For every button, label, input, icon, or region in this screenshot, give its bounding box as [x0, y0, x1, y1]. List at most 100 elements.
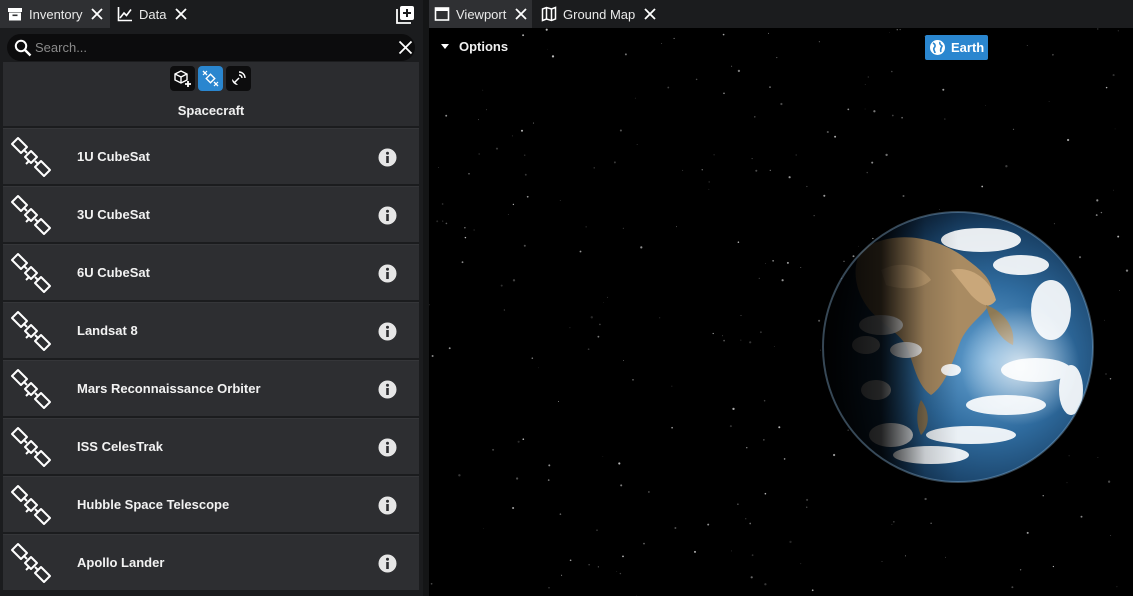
tab-ground-map[interactable]: Ground Map	[534, 0, 659, 28]
star	[445, 114, 448, 117]
close-icon[interactable]	[174, 7, 188, 21]
star	[745, 518, 747, 520]
star	[619, 129, 622, 132]
satellite-icon	[11, 427, 51, 467]
tab-viewport[interactable]: Viewport	[429, 0, 532, 28]
star	[461, 261, 464, 264]
star	[754, 116, 756, 118]
asset-name: 6U CubeSat	[77, 265, 150, 280]
star	[503, 309, 506, 311]
star	[436, 220, 439, 223]
archive-box-icon	[8, 8, 22, 21]
info-icon[interactable]	[378, 554, 397, 573]
info-icon[interactable]	[378, 322, 397, 341]
star	[811, 589, 814, 592]
star	[512, 506, 515, 510]
star	[538, 367, 539, 369]
asset-row[interactable]: 6U CubeSat	[3, 244, 419, 300]
star	[722, 33, 725, 36]
filter-models-button[interactable]	[170, 66, 195, 91]
star	[1052, 565, 1055, 568]
tab-data[interactable]: Data	[110, 0, 190, 28]
star	[468, 173, 470, 175]
star	[597, 335, 600, 338]
asset-row[interactable]: ISS CelesTrak	[3, 418, 419, 474]
earth-globe[interactable]	[821, 210, 1095, 484]
star	[891, 114, 894, 117]
star	[579, 250, 582, 253]
star	[740, 339, 742, 341]
star	[482, 528, 484, 529]
left-tab-bar: Inventory Data	[0, 0, 423, 28]
3d-viewport[interactable]: Options Earth	[429, 28, 1133, 596]
star	[464, 227, 466, 229]
star	[585, 226, 587, 228]
asset-name: Hubble Space Telescope	[77, 497, 230, 512]
filter-spacecraft-button[interactable]	[198, 66, 223, 91]
add-tab-icon[interactable]	[396, 5, 415, 24]
search-icon	[14, 39, 32, 57]
options-label: Options	[459, 39, 509, 54]
asset-row[interactable]: Landsat 8	[3, 302, 419, 358]
star	[758, 277, 760, 280]
star	[806, 506, 808, 508]
star	[1097, 457, 1099, 458]
info-icon[interactable]	[378, 264, 397, 283]
star	[1104, 319, 1105, 321]
close-icon[interactable]	[643, 7, 657, 21]
star	[713, 154, 715, 156]
star	[746, 447, 748, 449]
line-chart-icon	[117, 7, 132, 22]
info-icon[interactable]	[378, 380, 397, 399]
close-icon[interactable]	[514, 7, 528, 21]
close-icon[interactable]	[90, 7, 104, 21]
filter-ground-stations-button[interactable]	[226, 66, 251, 91]
info-icon[interactable]	[378, 438, 397, 457]
central-body-button[interactable]: Earth	[925, 35, 988, 60]
asset-row[interactable]: 3U CubeSat	[3, 186, 419, 242]
star	[517, 440, 520, 443]
info-icon[interactable]	[378, 206, 397, 225]
star	[616, 570, 618, 572]
star	[557, 400, 560, 403]
asset-name: ISS CelesTrak	[77, 439, 163, 454]
info-icon[interactable]	[378, 496, 397, 515]
star	[643, 542, 645, 545]
star	[723, 92, 725, 95]
star	[478, 153, 480, 155]
star	[1110, 534, 1112, 537]
asset-name: 3U CubeSat	[77, 207, 150, 222]
star	[661, 43, 663, 44]
asset-row[interactable]: 1U CubeSat	[3, 128, 419, 184]
star	[823, 194, 826, 197]
star	[495, 147, 499, 150]
asset-row[interactable]: Apollo Lander	[3, 534, 419, 590]
star	[531, 357, 534, 359]
tab-inventory[interactable]: Inventory	[0, 0, 110, 28]
star	[478, 119, 479, 121]
star	[891, 523, 893, 525]
star	[751, 554, 754, 557]
star	[781, 279, 784, 282]
star	[764, 492, 767, 495]
star	[682, 169, 684, 171]
star	[985, 105, 986, 107]
clear-search-icon[interactable]	[398, 40, 413, 55]
star	[522, 438, 525, 441]
options-toggle[interactable]: Options	[441, 39, 508, 54]
star	[1117, 235, 1120, 238]
star	[1105, 86, 1108, 89]
category-label: Spacecraft	[177, 103, 245, 118]
asset-row[interactable]: Hubble Space Telescope	[3, 476, 419, 532]
star	[671, 426, 673, 429]
search-input[interactable]	[35, 37, 385, 58]
star	[871, 161, 874, 164]
star	[596, 529, 598, 531]
satellite-icon	[11, 485, 51, 525]
star	[545, 28, 548, 31]
star	[768, 32, 769, 34]
info-icon[interactable]	[378, 148, 397, 167]
asset-row[interactable]: Mars Reconnaissance Orbiter	[3, 360, 419, 416]
star	[1105, 373, 1107, 375]
star	[885, 153, 888, 157]
